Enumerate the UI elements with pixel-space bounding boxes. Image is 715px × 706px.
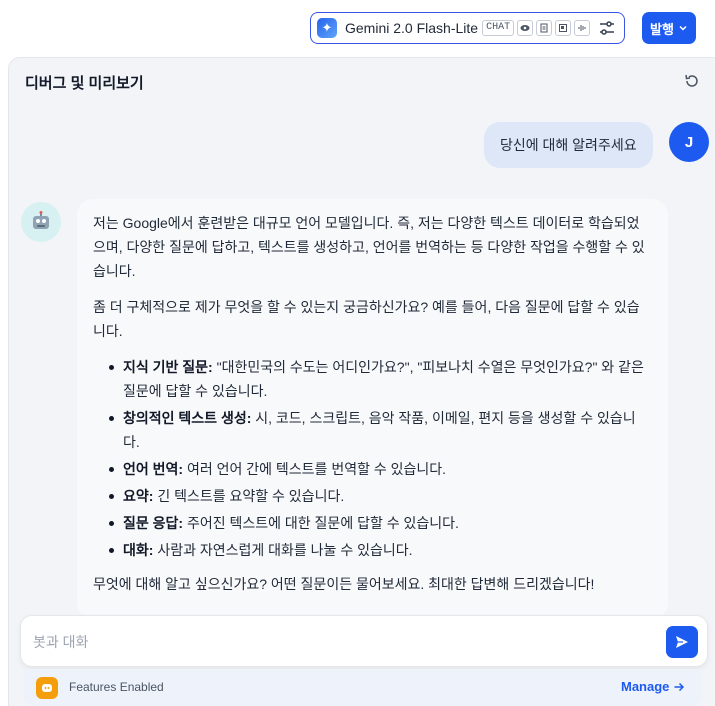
top-bar: ✦ Gemini 2.0 Flash-Lite CHAT 발행 [0,0,715,56]
list-item: 창의적인 텍스트 생성: 시, 코드, 스크립트, 음악 작품, 이메일, 편지… [109,406,652,454]
bot-avatar-icon [21,202,61,242]
eye-icon [517,20,534,36]
capability-list: 지식 기반 질문: "대한민국의 수도는 어디인가요?", "피보나치 수열은 … [93,355,652,562]
chevron-down-icon [679,25,687,31]
list-item: 대화: 사람과 자연스럽게 대화를 나눌 수 있습니다. [109,538,652,562]
send-icon [676,636,688,648]
arrow-right-icon [674,682,685,691]
list-item: 요약: 긴 텍스트를 요약할 수 있습니다. [109,484,652,508]
send-button[interactable] [666,626,698,658]
gemini-logo-icon: ✦ [317,18,337,38]
debug-preview-panel: 디버그 및 미리보기 당신에 대해 알려주세요 J 저는 Google에서 훈련… [8,57,715,706]
manage-label: Manage [621,679,670,694]
model-tag: CHAT [482,20,515,36]
bot-paragraph: 저는 Google에서 훈련받은 대규모 언어 모델입니다. 즉, 저는 다양한… [93,215,645,279]
list-item: 지식 기반 질문: "대한민국의 수도는 어디인가요?", "피보나치 수열은 … [109,355,652,403]
audio-icon [574,20,591,36]
publish-button[interactable]: 발행 [642,12,696,44]
refresh-icon[interactable] [683,72,701,90]
chat-input-box [20,615,708,667]
bot-paragraph: 좀 더 구체적으로 제가 무엇을 할 수 있는지 궁금하신가요? 예를 들어, … [93,299,640,339]
features-icon [36,677,58,699]
model-selector[interactable]: ✦ Gemini 2.0 Flash-Lite CHAT [310,12,625,44]
image-icon [555,20,572,36]
publish-label: 발행 [650,21,674,37]
manage-link[interactable]: Manage [621,679,685,694]
list-item: 언어 번역: 여러 언어 간에 텍스트를 번역할 수 있습니다. [109,457,652,481]
features-bar: Features Enabled Manage [24,669,702,706]
user-avatar: J [669,122,709,162]
features-label: Features Enabled [69,680,164,694]
model-name: Gemini 2.0 Flash-Lite [345,20,479,36]
list-item: 질문 응답: 주어진 텍스트에 대한 질문에 답할 수 있습니다. [109,511,652,535]
settings-sliders-icon[interactable] [598,19,616,37]
document-icon [536,20,553,36]
panel-title: 디버그 및 미리보기 [25,75,144,92]
user-message: 당신에 대해 알려주세요 [484,122,653,168]
bot-message: 저는 Google에서 훈련받은 대규모 언어 모델입니다. 즉, 저는 다양한… [77,199,668,619]
bot-closing: 무엇에 대해 알고 싶으신가요? 어떤 질문이든 물어보세요. 최대한 답변해 … [93,576,595,592]
chat-input[interactable] [33,628,633,656]
